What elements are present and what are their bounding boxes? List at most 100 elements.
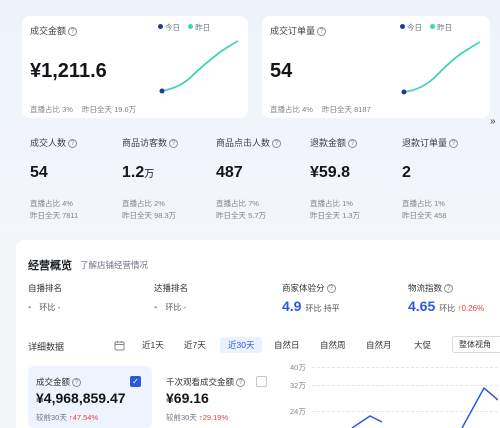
card-checkbox[interactable]: ✓ — [130, 376, 141, 387]
today-dot-icon — [158, 24, 163, 29]
tab-natural-day[interactable]: 自然日 — [274, 337, 300, 353]
live-share: 直播占比 2% — [122, 199, 165, 208]
card-label: 商品访客数 — [122, 138, 168, 148]
chart-legend: 今日 昨日 — [158, 22, 210, 33]
yesterday-total: 昨日全天 7811 — [30, 211, 79, 220]
metric-label: 达播排名 — [154, 283, 189, 293]
trend-sparkline — [401, 41, 481, 95]
metric-card-refund-amount[interactable]: 退款金额? ¥59.8 直播占比 1% 昨日全天 1.3万 — [302, 128, 392, 224]
business-overview-panel: 经营概览 了解店铺经营情况 自播排名 - 环比 - 达播排名 - 环比 - 商家体验… — [16, 240, 500, 428]
card-checkbox[interactable] — [256, 376, 267, 387]
metric-logistics-index: 物流指数? 4.65 环比 ↑0.26% — [408, 282, 484, 314]
trend-sparkline — [159, 40, 239, 94]
metric-label: 自播排名 — [28, 283, 63, 293]
detail-title: 详细数据 — [28, 342, 65, 352]
today-dot-icon — [400, 24, 405, 29]
help-icon[interactable]: ? — [272, 139, 282, 148]
card-value: ¥4,968,859.47 — [36, 390, 126, 406]
detail-card-gmv[interactable]: 成交金额? ✓ ¥4,968,859.47 较前30天 ↑47.54% — [28, 366, 152, 428]
metric-compare: 环比 持平 — [305, 304, 340, 313]
metric-value: - — [154, 302, 158, 313]
calendar-icon[interactable] — [114, 338, 125, 356]
expand-chevron-icon[interactable]: » — [490, 116, 496, 127]
live-share: 直播占比 1% — [310, 199, 353, 208]
card-label: 退款金额 — [310, 138, 347, 148]
metric-compare: 环比 - — [165, 303, 187, 312]
metric-compare: 环比 - — [39, 303, 61, 312]
yesterday-total: 昨日全天 458 — [402, 211, 447, 220]
help-icon[interactable]: ? — [449, 139, 459, 148]
card-value: 54 — [30, 164, 48, 181]
trend-chart: 40万 32万 24万 — [286, 360, 500, 428]
help-icon[interactable]: ? — [444, 284, 454, 293]
help-icon[interactable]: ? — [72, 378, 82, 387]
card-value: ¥1,211.6 — [30, 60, 107, 82]
legend-yesterday: 昨日 — [437, 23, 453, 32]
metric-self-live-rank: 自播排名 - 环比 - — [28, 282, 62, 313]
legend-today: 今日 — [407, 23, 422, 32]
metric-card-gmv[interactable]: 成交金额? 今日 昨日 ¥1,211.6 直播占比 3% 昨日全天 19.6万 — [22, 16, 248, 118]
card-value: 1.2万 — [122, 164, 155, 181]
tab-natural-month[interactable]: 自然月 — [366, 337, 392, 353]
metric-value: - — [28, 302, 32, 313]
yesterday-total: 昨日全天 19.6万 — [82, 105, 137, 114]
metric-card-refund-orders[interactable]: 退款订单量? 2 直播占比 1% 昨日全天 458 — [394, 128, 490, 224]
chart-line — [351, 386, 498, 428]
help-icon[interactable]: ? — [169, 139, 179, 148]
card-label: 千次观看成交金额 — [166, 377, 235, 387]
tab-7-days[interactable]: 近7天 — [184, 337, 206, 353]
detail-card-gpm[interactable]: 千次观看成交金额? ¥69.16 较前30天 ↑29.19% — [158, 366, 282, 428]
metric-card-clickers[interactable]: 商品点击人数? 487 直播占比 7% 昨日全天 5.7万 — [208, 128, 298, 224]
metric-card-buyers[interactable]: 成交人数? 54 直播占比 4% 昨日全天 7811 — [22, 128, 112, 224]
card-value: 487 — [216, 164, 243, 181]
card-change: 29.19% — [202, 413, 229, 422]
help-icon[interactable]: ? — [348, 139, 358, 148]
yesterday-total: 昨日全天 8187 — [322, 105, 371, 114]
card-change: 47.54% — [72, 413, 99, 422]
metric-compare: 环比 — [439, 304, 456, 313]
overview-help-link[interactable]: 了解店铺经营情况 — [80, 259, 148, 271]
legend-yesterday: 昨日 — [195, 23, 211, 32]
tab-1-day[interactable]: 近1天 — [142, 337, 164, 353]
card-label: 成交金额 — [30, 26, 67, 36]
yesterday-dot-icon — [188, 24, 194, 29]
card-label: 成交金额 — [36, 377, 71, 387]
card-value: ¥69.16 — [166, 390, 209, 406]
help-icon[interactable]: ? — [236, 378, 246, 387]
card-label: 成交订单量 — [270, 26, 316, 36]
metric-value: 4.65 — [408, 298, 436, 314]
metric-change: 0.26% — [461, 304, 485, 313]
y-tick-label: 24万 — [290, 407, 306, 416]
metric-label: 物流指数 — [408, 283, 443, 293]
tab-promotion[interactable]: 大促 — [414, 337, 431, 353]
metric-label: 商家体验分 — [282, 283, 325, 293]
help-icon[interactable]: ? — [326, 284, 336, 293]
card-label: 成交人数 — [30, 138, 67, 148]
help-icon[interactable]: ? — [317, 27, 327, 36]
help-icon[interactable]: ? — [68, 27, 78, 36]
tab-30-days[interactable]: 近30天 — [220, 337, 263, 353]
view-select-value: 整体视角 — [459, 340, 491, 349]
help-icon[interactable]: ? — [68, 139, 78, 148]
metric-card-visitors[interactable]: 商品访客数? 1.2万 直播占比 2% 昨日全天 98.3万 — [114, 128, 204, 224]
card-label: 退款订单量 — [402, 138, 448, 148]
card-compare: 较前30天 — [36, 413, 67, 422]
live-share: 直播占比 7% — [216, 199, 259, 208]
yesterday-total: 昨日全天 5.7万 — [216, 211, 267, 220]
metric-merchant-score: 商家体验分? 4.9 环比 持平 — [282, 282, 340, 314]
yesterday-total: 昨日全天 98.3万 — [122, 211, 177, 220]
live-share: 直播占比 4% — [270, 105, 313, 114]
yesterday-dot-icon — [430, 24, 436, 29]
y-tick-label: 32万 — [290, 381, 306, 390]
metric-card-orders[interactable]: 成交订单量? 今日 昨日 54 直播占比 4% 昨日全天 8187 — [262, 16, 490, 118]
legend-today: 今日 — [165, 23, 180, 32]
view-select[interactable]: 整体视角 — [452, 336, 500, 353]
metric-value: 4.9 — [282, 298, 302, 314]
live-share: 直播占比 3% — [30, 105, 73, 114]
tab-natural-week[interactable]: 自然周 — [320, 337, 346, 353]
live-share: 直播占比 4% — [30, 199, 73, 208]
yesterday-total: 昨日全天 1.3万 — [310, 211, 361, 220]
card-value: 54 — [270, 60, 293, 82]
section-title: 经营概览 — [28, 260, 72, 272]
metric-influencer-rank: 达播排名 - 环比 - — [154, 282, 188, 313]
